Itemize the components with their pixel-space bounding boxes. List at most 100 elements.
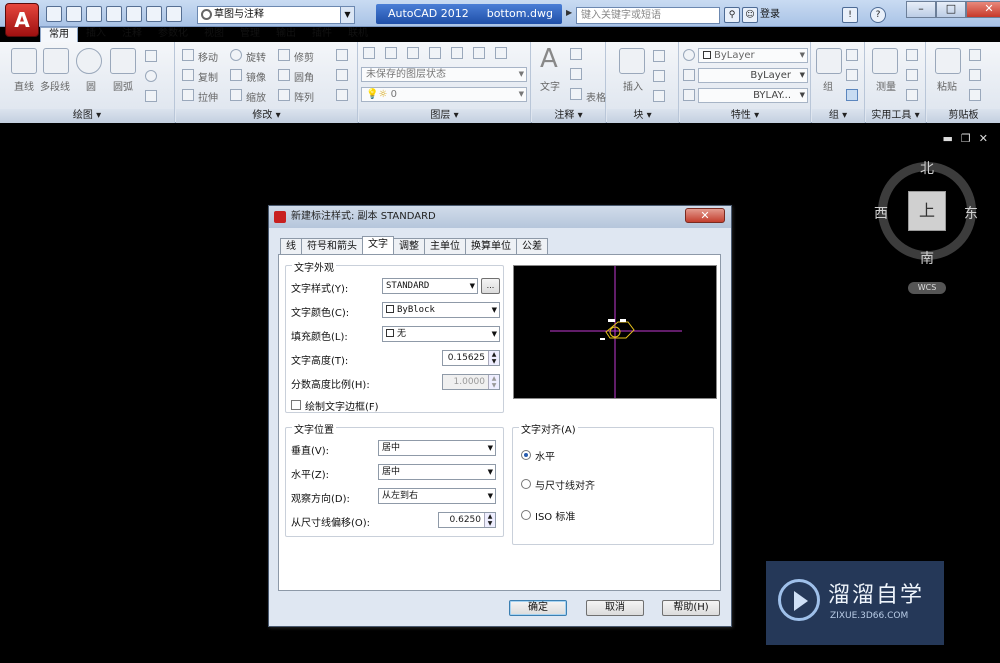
dialog-close-button[interactable]: ✕ <box>685 208 725 223</box>
stretch-label[interactable]: 拉伸 <box>198 89 218 104</box>
table-label[interactable]: 表格 <box>586 89 606 104</box>
tab-plugins[interactable]: 插件 <box>304 27 340 42</box>
align-iso-radio[interactable] <box>521 510 531 520</box>
polyline-label[interactable]: 多段线 <box>40 78 70 93</box>
horizontal-select[interactable]: 居中 ▼ <box>378 464 496 480</box>
copy-icon[interactable] <box>182 69 194 81</box>
text-style-select[interactable]: STANDARD ▼ <box>382 278 478 294</box>
clipboard-panel-title[interactable]: 剪贴板 <box>927 109 1000 123</box>
hatch-icon[interactable] <box>145 90 157 102</box>
tab-primary-units[interactable]: 主单位 <box>424 238 466 254</box>
calculator-icon[interactable] <box>906 69 918 81</box>
layer-icon[interactable] <box>495 47 507 59</box>
array-icon[interactable] <box>278 89 290 101</box>
erase-icon[interactable] <box>336 49 348 61</box>
rectangle-icon[interactable] <box>145 50 157 62</box>
tab-online[interactable]: 联机 <box>340 27 376 42</box>
rotate-icon[interactable] <box>230 49 242 61</box>
arc-icon[interactable] <box>110 48 136 74</box>
color-select[interactable]: ByLayer ▼ <box>698 48 808 63</box>
maximize-button[interactable]: □ <box>936 1 966 18</box>
binoculars-icon[interactable]: ⚲ <box>724 7 740 23</box>
compass-south[interactable]: 南 <box>920 248 934 268</box>
align-dimension-line-radio[interactable] <box>521 479 531 489</box>
tab-parametric[interactable]: 参数化 <box>150 27 196 42</box>
line-label[interactable]: 直线 <box>14 78 34 93</box>
application-menu-button[interactable]: A <box>5 3 39 37</box>
trim-icon[interactable] <box>278 49 290 61</box>
ok-button[interactable]: 确定 <box>509 600 567 616</box>
tab-view[interactable]: 视图 <box>196 27 232 42</box>
edit-block-icon[interactable] <box>653 70 665 82</box>
paste-special-icon[interactable] <box>969 89 981 101</box>
group-select-icon[interactable] <box>846 89 858 101</box>
tab-text[interactable]: 文字 <box>362 236 394 254</box>
offset-input[interactable]: 0.6250 ▲ ▼ <box>438 512 496 528</box>
line-icon[interactable] <box>11 48 37 74</box>
wcs-menu[interactable]: WCS <box>908 282 946 294</box>
dimension-icon[interactable] <box>570 48 582 60</box>
align-horizontal-label[interactable]: 水平 <box>535 448 555 463</box>
lineweight-select[interactable]: BYLAY... ▼ <box>698 88 808 103</box>
vertical-select[interactable]: 居中 ▼ <box>378 440 496 456</box>
layer-select[interactable]: 💡☼ 0 ▼ <box>361 87 527 102</box>
view-direction-select[interactable]: 从左到右 ▼ <box>378 488 496 504</box>
arc-label[interactable]: 圆弧 <box>113 78 133 93</box>
cut-icon[interactable] <box>969 49 981 61</box>
help-icon[interactable]: ? <box>870 7 886 23</box>
insert-label[interactable]: 插入 <box>623 78 643 93</box>
table-icon[interactable] <box>570 88 582 100</box>
minimize-icon[interactable]: ▬ <box>943 132 953 145</box>
measure-label[interactable]: 测量 <box>876 78 896 93</box>
id-point-icon[interactable] <box>906 89 918 101</box>
fill-color-select[interactable]: 无 ▼ <box>382 326 500 342</box>
tab-home[interactable]: 常用 <box>40 27 78 42</box>
tab-lines[interactable]: 线 <box>280 238 302 254</box>
layer-icon[interactable] <box>429 47 441 59</box>
text-height-input[interactable]: 0.15625 ▲ ▼ <box>442 350 500 366</box>
spinner-arrows-icon[interactable]: ▲ ▼ <box>488 351 499 365</box>
tab-output[interactable]: 输出 <box>268 27 304 42</box>
close-icon[interactable]: ✕ <box>979 132 988 145</box>
group-icon[interactable] <box>816 48 842 74</box>
draw-panel-title[interactable]: 绘图 ▾ <box>0 109 174 123</box>
workspace-selector[interactable]: 草图与注释 ▼ <box>197 6 355 24</box>
group-edit-icon[interactable] <box>846 69 858 81</box>
linetype-select[interactable]: ByLayer ▼ <box>698 68 808 83</box>
layer-state-select[interactable]: 未保存的图层状态 ▼ <box>361 67 527 82</box>
annotation-panel-title[interactable]: 注释 ▾ <box>532 109 605 123</box>
quick-select-icon[interactable] <box>906 49 918 61</box>
restore-icon[interactable]: ❐ <box>961 132 971 145</box>
login-button[interactable]: 登录 <box>760 6 780 24</box>
create-block-icon[interactable] <box>653 50 665 62</box>
block-panel-title[interactable]: 块 ▾ <box>607 109 678 123</box>
circle-icon[interactable] <box>76 48 102 74</box>
exchange-icon[interactable]: ! <box>842 7 858 23</box>
layer-icon[interactable] <box>451 47 463 59</box>
fillet-label[interactable]: 圆角 <box>294 69 314 84</box>
undo-icon[interactable] <box>146 6 162 22</box>
compass-north[interactable]: 北 <box>920 158 934 178</box>
copy-label[interactable]: 复制 <box>198 69 218 84</box>
measure-icon[interactable] <box>872 48 898 74</box>
close-button[interactable]: ✕ <box>966 1 1000 18</box>
tab-tolerances[interactable]: 公差 <box>516 238 548 254</box>
modify-panel-title[interactable]: 修改 ▾ <box>176 109 357 123</box>
offset-icon[interactable] <box>336 89 348 101</box>
array-label[interactable]: 阵列 <box>294 89 314 104</box>
compass-east[interactable]: 东 <box>964 203 978 223</box>
tab-alternate-units[interactable]: 换算单位 <box>465 238 517 254</box>
linetype-icon[interactable] <box>683 69 695 81</box>
match-properties-icon[interactable] <box>683 49 695 61</box>
mirror-label[interactable]: 镜像 <box>246 69 266 84</box>
circle-label[interactable]: 圆 <box>86 78 96 93</box>
compass-west[interactable]: 西 <box>874 203 888 223</box>
copy-clip-icon[interactable] <box>969 69 981 81</box>
mirror-icon[interactable] <box>230 69 242 81</box>
rotate-label[interactable]: 旋转 <box>246 49 266 64</box>
insert-block-icon[interactable] <box>619 48 645 74</box>
ungroup-icon[interactable] <box>846 49 858 61</box>
properties-panel-title[interactable]: 特性 ▾ <box>680 109 810 123</box>
text-color-select[interactable]: ByBlock ▼ <box>382 302 500 318</box>
viewcube-face[interactable]: 上 <box>908 191 946 231</box>
